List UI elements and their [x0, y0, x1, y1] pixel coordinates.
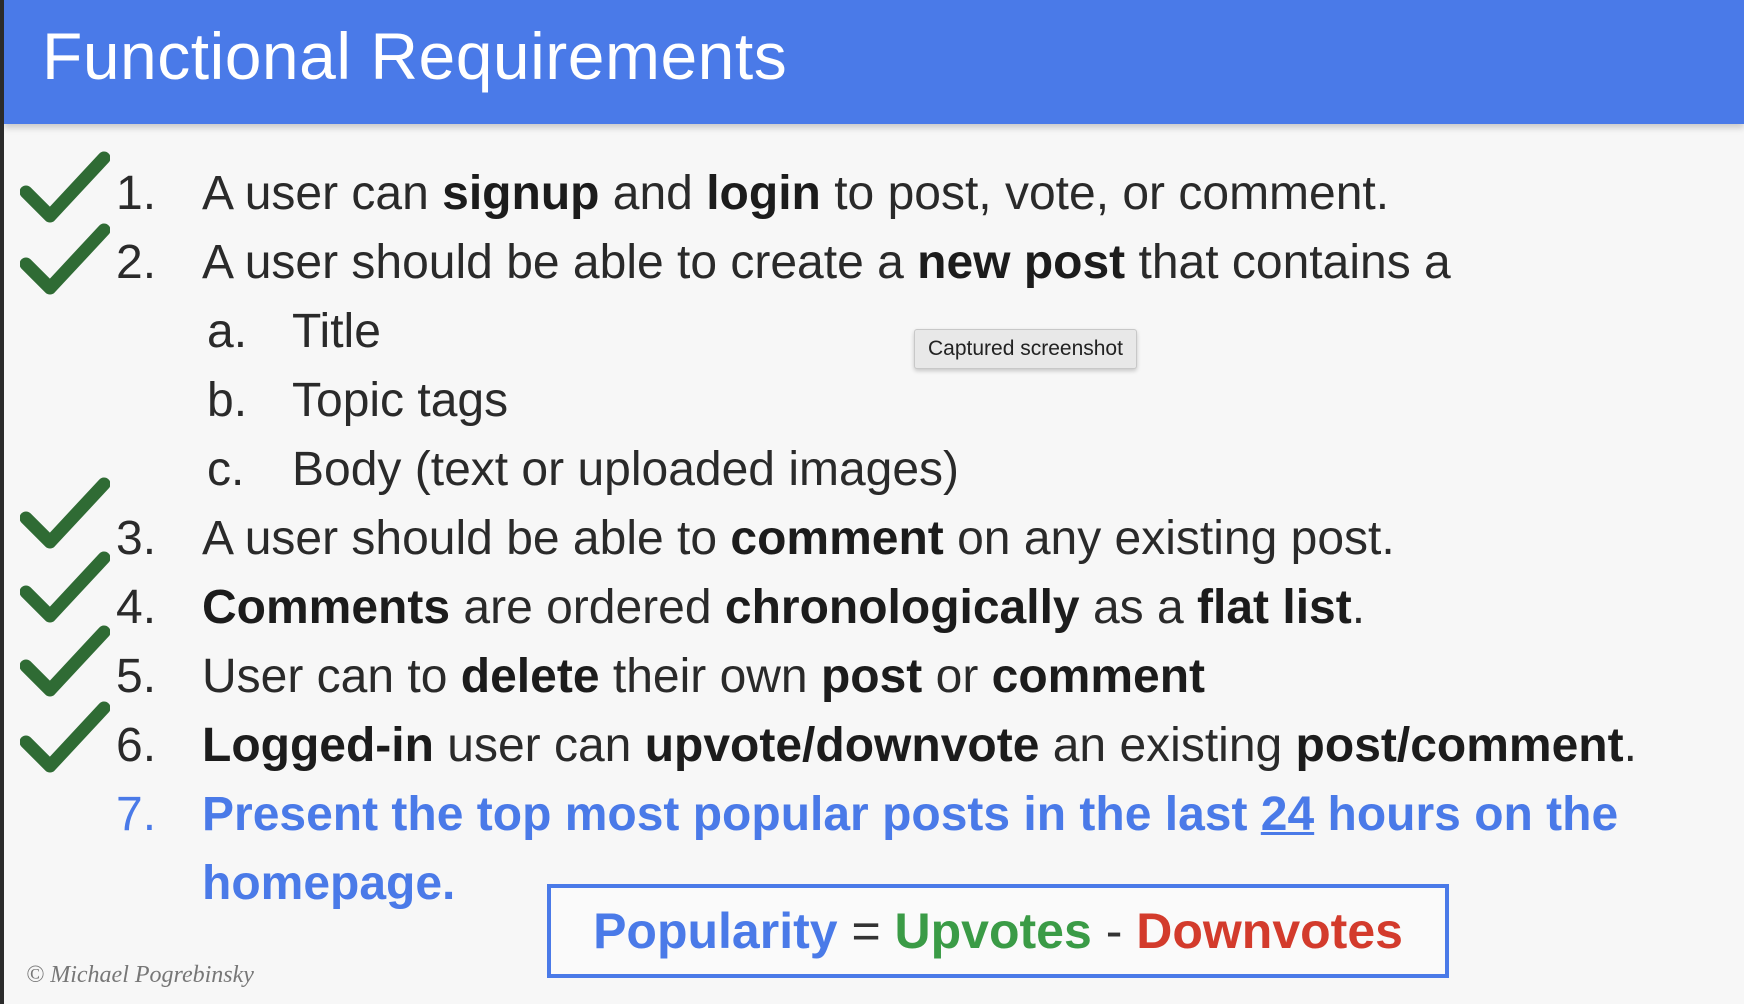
checkmark-icon: [20, 477, 110, 549]
formula-downvotes: Downvotes: [1136, 903, 1403, 959]
checkmark-icon: [20, 625, 110, 697]
requirement-number: 1.: [116, 167, 157, 220]
subitem-letter: c.: [207, 443, 245, 496]
requirement-text: A user should be able to comment on any …: [202, 512, 1395, 565]
requirement-number: 3.: [116, 512, 157, 565]
requirement-number: 6.: [116, 719, 157, 772]
window-edge: [0, 0, 4, 1004]
checkmark-icon: [20, 223, 110, 295]
subitem-text: Topic tags: [292, 374, 509, 427]
captured-screenshot-tooltip: Captured screenshot: [914, 329, 1137, 369]
popularity-formula-box: Popularity = Upvotes - Downvotes: [547, 884, 1449, 978]
checkmark-icon: [20, 701, 110, 773]
subitem-text: Title: [292, 305, 381, 358]
subitem-text: Body (text or uploaded images): [292, 443, 960, 496]
formula-popularity: Popularity: [593, 903, 838, 959]
requirement-text: User can to delete their own post or com…: [202, 650, 1206, 703]
requirement-number: 5.: [116, 650, 157, 703]
requirement-number: 7.: [116, 788, 157, 841]
popularity-formula: Popularity = Upvotes - Downvotes: [593, 903, 1403, 959]
requirement-text: Present the top most popular posts in th…: [202, 788, 1619, 841]
requirement-text: A user should be able to create a new po…: [202, 236, 1451, 289]
copyright-text: © Michael Pogrebinsky: [26, 962, 254, 988]
formula-upvotes: Upvotes: [894, 903, 1092, 959]
requirement-text: Comments are ordered chronologically as …: [202, 581, 1366, 634]
slide: Functional Requirements 1. A user can si…: [4, 0, 1744, 1004]
checkmark-icon: [20, 551, 110, 623]
subitem-letter: b.: [207, 374, 248, 427]
requirement-text: Logged-in user can upvote/downvote an ex…: [202, 719, 1637, 772]
slide-header: Functional Requirements: [4, 0, 1744, 124]
requirement-number: 4.: [116, 581, 157, 634]
hours-value: 24: [1260, 788, 1315, 841]
requirement-number: 2.: [116, 236, 157, 289]
requirement-text: A user can signup and login to post, vot…: [202, 167, 1390, 220]
slide-title: Functional Requirements: [42, 19, 788, 93]
checkmark-icon: [20, 151, 110, 223]
requirement-text: homepage.: [202, 857, 456, 910]
subitem-letter: a.: [207, 305, 248, 358]
